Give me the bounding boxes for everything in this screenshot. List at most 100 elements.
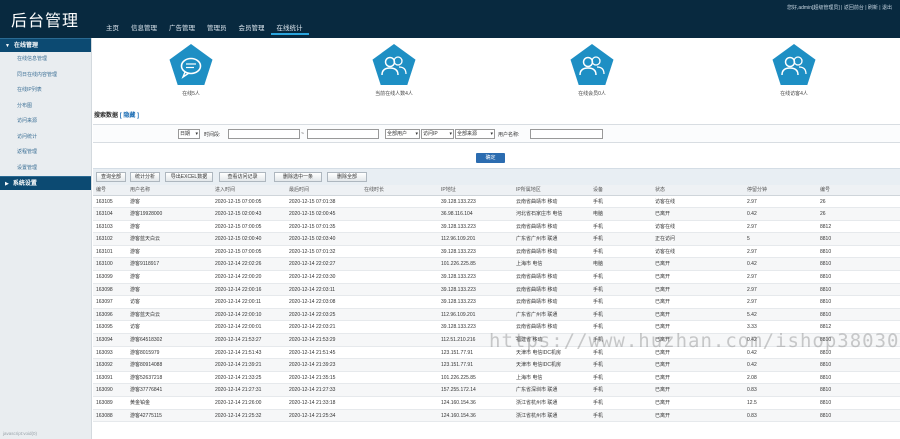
table-row[interactable]: 163102 游客蓝天白云 2020-12-15 02:00:40 2020-12-1…: [93, 233, 900, 246]
table-cell: 2020-12-14 22:02:26: [215, 261, 262, 268]
table-cell: 游客42775115: [130, 412, 162, 419]
delete-all-button[interactable]: 删除全部: [327, 172, 367, 182]
user-info-links[interactable]: 您好,admin[超级管理员] | 返回前台 | 刷新 | 退出: [787, 4, 892, 11]
analysis-button[interactable]: 统计分析: [130, 172, 160, 182]
table-cell: 101.226.225.85: [441, 374, 476, 381]
nav-ads[interactable]: 广告管理: [163, 22, 201, 35]
table-cell: 浙江省杭州市 联通: [516, 412, 558, 419]
query-all-button[interactable]: 查询全部: [96, 172, 126, 182]
table-cell: 2020-12-15 07:01:38: [289, 198, 336, 205]
table-row[interactable]: 163088 游客42775115 2020-12-14 21:25:32 2020-…: [93, 409, 900, 423]
sidebar-item-stats[interactable]: 访问统计: [0, 130, 91, 146]
table-row[interactable]: 163100 游客9118917 2020-12-14 22:02:26 2020-1…: [93, 258, 900, 272]
table-row[interactable]: 163103 游客 2020-12-15 07:00:05 2020-12-15 07…: [93, 221, 900, 234]
user-type-select[interactable]: 全部用户: [385, 129, 420, 139]
table-cell: 163101: [96, 248, 113, 255]
nav-members[interactable]: 会员管理: [233, 22, 271, 35]
table-cell: 广东省深圳市 联通: [516, 387, 558, 394]
users-icon: [372, 44, 416, 85]
table-row[interactable]: 163096 游客蓝天白云 2020-12-14 22:00:10 2020-12-1…: [93, 308, 900, 322]
table-cell: 163089: [96, 400, 113, 406]
nav-info[interactable]: 信息管理: [125, 22, 163, 35]
table-cell: 已离开: [655, 387, 671, 394]
table-cell: 163092: [96, 362, 113, 369]
table-row[interactable]: 163099 游客 2020-12-14 22:00:20 2020-12-14 22…: [93, 271, 900, 284]
table-row[interactable]: 163090 游客37776841 2020-12-14 21:27:31 2020-…: [93, 384, 900, 397]
table-cell: 2020-12-15 02:03:40: [289, 236, 336, 243]
sidebar-item-distribution[interactable]: 分布图: [0, 99, 91, 115]
table-cell: 云南省曲靖市 移动: [516, 198, 558, 205]
table-cell: 163102: [96, 236, 113, 243]
sort-select[interactable]: 访问IP: [421, 129, 454, 139]
table-row[interactable]: 163092 游客80914088 2020-12-14 21:39:21 2020-…: [93, 359, 900, 372]
sidebar-group-system[interactable]: ▶ 系统设置: [0, 176, 91, 190]
table-cell: 云南省曲靖市 移动: [516, 223, 558, 230]
column-header: 设备: [593, 187, 604, 193]
table-cell: 8810: [820, 274, 832, 281]
table-cell: 2020-12-14 22:03:30: [289, 274, 336, 281]
table-row[interactable]: 163104 游客19928000 2020-12-15 02:00:43 2020-…: [93, 208, 900, 221]
table-cell: 黄金铂金: [130, 400, 151, 406]
table-cell: 2020-12-14 21:51:45: [289, 349, 336, 356]
top-header: 后台管理 您好,admin[超级管理员] | 返回前台 | 刷新 | 退出 主页…: [0, 0, 900, 38]
sidebar-group-online[interactable]: ▼ 在线管理: [0, 38, 91, 52]
table-cell: 163099: [96, 274, 113, 281]
table-cell: 2.97: [747, 248, 757, 255]
table-cell: 2020-12-14 21:39:23: [289, 362, 336, 369]
username-input[interactable]: [530, 129, 603, 139]
table-row[interactable]: 163091 游客52637218 2020-12-14 21:33:25 2020-…: [93, 372, 900, 385]
table-cell: 112.96.109.201: [441, 311, 476, 318]
table-cell: 已离开: [655, 374, 671, 381]
time-type-select[interactable]: 日期: [178, 129, 200, 139]
table-row[interactable]: 163098 游客 2020-12-14 22:00:16 2020-12-14 22…: [93, 283, 900, 297]
table-cell: 游客: [130, 286, 141, 293]
table-cell: 101.226.225.85: [441, 261, 476, 268]
table-cell: 访客在线: [655, 198, 676, 205]
online-table: 编号 用户名称 进入时间 最后时间 在线时长 IP地址 IP所属地区 设备 状态 停留分钟 编号 16…: [93, 185, 900, 423]
table-row[interactable]: 163097 访客 2020-12-14 22:00:11 2020-12-14 22…: [93, 296, 900, 309]
table-cell: 8810: [820, 412, 832, 419]
table-cell: 2020-12-14 22:00:11: [215, 299, 262, 306]
search-button[interactable]: 确定: [476, 153, 505, 163]
sidebar-item-source[interactable]: 访问来源: [0, 114, 91, 130]
table-cell: 电脑: [593, 211, 604, 218]
table-cell: 手机: [593, 400, 604, 406]
table-row[interactable]: 163101 游客 2020-12-15 07:00:05 2020-12-15 07…: [93, 246, 900, 259]
table-cell: 手机: [593, 198, 604, 205]
table-cell: 已离开: [655, 311, 671, 318]
sidebar-item-online-info[interactable]: 在线信息管理: [0, 52, 91, 68]
source-select[interactable]: 全部来源: [455, 129, 495, 139]
table-cell: 访客在线: [655, 248, 676, 255]
table-cell: 8810: [820, 311, 832, 318]
sidebar-item-return[interactable]: 返程管理: [0, 145, 91, 161]
sidebar-item-settings[interactable]: 设置管理: [0, 161, 91, 177]
end-time-input[interactable]: [307, 129, 379, 139]
start-time-input[interactable]: [228, 129, 300, 139]
table-cell: 2020-12-15 02:00:45: [289, 211, 336, 218]
table-cell: 游客: [130, 248, 141, 255]
table-cell: 游客: [130, 223, 141, 230]
status-bar-text: javascript:void(0): [3, 431, 38, 436]
table-cell: 已离开: [655, 299, 671, 306]
table-cell: 124.160.154.36: [441, 412, 476, 419]
table-row[interactable]: 163089 黄金铂金 2020-12-14 21:26:00 2020-12-14 …: [93, 397, 900, 410]
nav-home[interactable]: 主页: [100, 22, 125, 35]
nav-online-stats[interactable]: 在线统计: [270, 22, 309, 35]
stat-label: 在线会员0人: [578, 91, 606, 97]
sidebar-item-ip-list[interactable]: 在线IP列表: [0, 83, 91, 99]
table-cell: 2020-12-14 22:00:10: [215, 311, 262, 318]
table-cell: 39.128.133.223: [441, 274, 476, 281]
table-cell: 2020-12-14 21:53:29: [289, 337, 336, 344]
delete-selected-button[interactable]: 删除选中一条: [274, 172, 322, 182]
table-cell: 2.97: [747, 274, 757, 281]
export-excel-button[interactable]: 导出EXCEL数据: [165, 172, 213, 182]
hide-filter-link[interactable]: [ 隐藏 ]: [120, 113, 139, 119]
table-cell: 手机: [593, 248, 604, 255]
table-cell: 163098: [96, 286, 113, 293]
nav-admin[interactable]: 管理员: [201, 22, 233, 35]
table-cell: 已离开: [655, 286, 671, 293]
table-row[interactable]: 163105 游客 2020-12-15 07:00:05 2020-12-15 07…: [93, 196, 900, 209]
sidebar-item-same-day[interactable]: 同日在线内容管理: [0, 68, 91, 84]
table-cell: 0.83: [747, 387, 757, 394]
view-records-button[interactable]: 查看访问记录: [219, 172, 266, 182]
